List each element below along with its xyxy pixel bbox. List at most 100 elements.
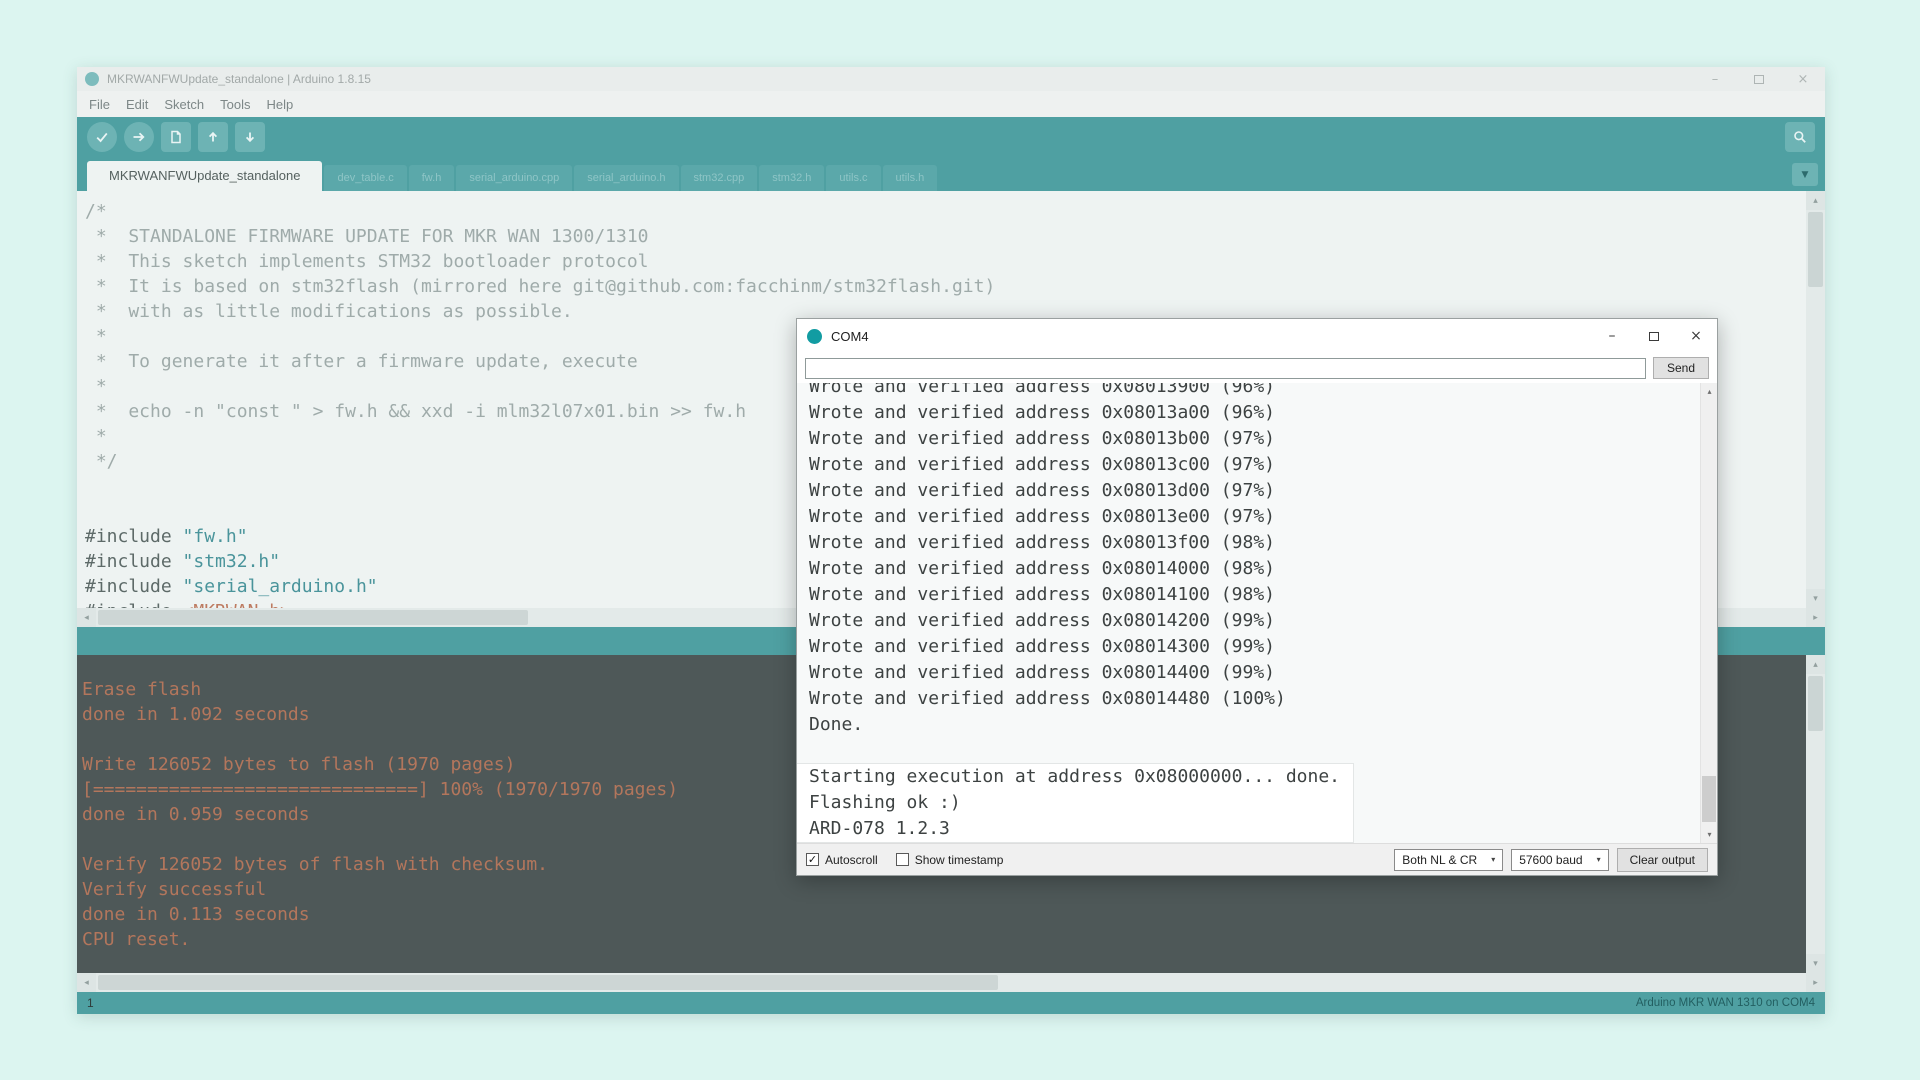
serial-output-line: ARD-078 1.2.3 <box>809 816 1353 842</box>
ide-menubar: FileEditSketchToolsHelp <box>77 91 1825 117</box>
serial-monitor-window: COM4 – × Send Wrote and verified address… <box>796 318 1718 876</box>
tab-serial_arduino.cpp[interactable]: serial_arduino.cpp <box>456 165 572 191</box>
menu-tools[interactable]: Tools <box>212 97 258 112</box>
serial-output-line: Wrote and verified address 0x08013f00 (9… <box>809 530 1717 556</box>
line-ending-dropdown[interactable]: Both NL & CR ▾ <box>1394 849 1503 871</box>
magnifier-icon <box>1792 129 1808 145</box>
menu-help[interactable]: Help <box>258 97 301 112</box>
serial-vscroll-thumb[interactable] <box>1702 776 1716 822</box>
ide-window-controls: – × <box>1693 67 1825 91</box>
scroll-down-icon[interactable]: ▾ <box>1806 954 1825 973</box>
serial-vertical-scrollbar[interactable]: ▴ ▾ <box>1700 383 1717 843</box>
serial-monitor-title: COM4 <box>831 329 869 344</box>
serial-monitor-bottom-bar: Autoscroll Show timestamp Both NL & CR ▾… <box>797 843 1717 875</box>
ide-toolbar <box>77 117 1825 157</box>
serial-output-line: Flashing ok :) <box>809 790 1353 816</box>
serial-output-line: Wrote and verified address 0x08013c00 (9… <box>809 452 1717 478</box>
serial-output-line: Wrote and verified address 0x08014000 (9… <box>809 556 1717 582</box>
console-vertical-scrollbar[interactable]: ▴ ▾ <box>1806 655 1825 973</box>
line-ending-value: Both NL & CR <box>1402 853 1477 867</box>
console-horizontal-scrollbar[interactable]: ◂ ▸ <box>77 973 1825 992</box>
menu-edit[interactable]: Edit <box>118 97 156 112</box>
menu-file[interactable]: File <box>81 97 118 112</box>
autoscroll-checkbox[interactable] <box>806 853 819 866</box>
serial-maximize-button[interactable] <box>1633 319 1675 353</box>
scroll-down-icon[interactable]: ▾ <box>1701 826 1717 843</box>
upload-button[interactable] <box>124 122 154 152</box>
save-sketch-button[interactable] <box>235 122 265 152</box>
chevron-down-icon: ▾ <box>1597 855 1601 864</box>
scroll-up-icon[interactable]: ▴ <box>1806 655 1825 674</box>
code-line: * This sketch implements STM32 bootloade… <box>85 249 1803 274</box>
serial-input-field[interactable] <box>805 358 1646 379</box>
down-arrow-icon <box>242 129 258 145</box>
open-sketch-button[interactable] <box>198 122 228 152</box>
console-line: done in 0.113 seconds <box>82 902 1803 927</box>
editor-vertical-scrollbar[interactable]: ▴ ▾ <box>1806 191 1825 608</box>
show-timestamp-checkbox[interactable] <box>896 853 909 866</box>
tab-serial_arduino.h[interactable]: serial_arduino.h <box>574 165 678 191</box>
serial-output-line: Wrote and verified address 0x08013e00 (9… <box>809 504 1717 530</box>
status-bar: 1 Arduino MKR WAN 1310 on COM4 <box>77 992 1825 1014</box>
serial-monitor-button[interactable] <box>1785 122 1815 152</box>
serial-output-line: Done. <box>809 712 1717 738</box>
ide-close-button[interactable]: × <box>1781 67 1825 91</box>
serial-input-row: Send <box>797 353 1717 383</box>
check-icon <box>94 129 110 145</box>
console-hscroll-thumb[interactable] <box>98 975 998 990</box>
tab-stm32.cpp[interactable]: stm32.cpp <box>681 165 758 191</box>
editor-hscroll-thumb[interactable] <box>98 610 528 625</box>
tab-MKRWANFWUpdate_standalone[interactable]: MKRWANFWUpdate_standalone <box>87 161 322 191</box>
serial-close-button[interactable]: × <box>1675 319 1717 353</box>
serial-output[interactable]: Wrote and verified address 0x08013900 (9… <box>797 383 1717 843</box>
autoscroll-option[interactable]: Autoscroll <box>806 853 878 867</box>
verify-button[interactable] <box>87 122 117 152</box>
scroll-down-icon[interactable]: ▾ <box>1806 589 1825 608</box>
ide-window-title: MKRWANFWUpdate_standalone | Arduino 1.8.… <box>107 72 371 86</box>
right-arrow-icon <box>131 129 147 145</box>
scroll-left-icon[interactable]: ◂ <box>77 973 96 992</box>
serial-output-line <box>809 738 1717 764</box>
baud-rate-dropdown[interactable]: 57600 baud ▾ <box>1511 849 1608 871</box>
scroll-up-icon[interactable]: ▴ <box>1806 191 1825 210</box>
console-line: Verify successful <box>82 877 1803 902</box>
status-line-number: 1 <box>87 996 94 1010</box>
chevron-down-icon: ▼ <box>1802 170 1809 180</box>
scroll-left-icon[interactable]: ◂ <box>77 608 96 627</box>
scroll-up-icon[interactable]: ▴ <box>1701 383 1717 400</box>
tab-list: MKRWANFWUpdate_standalonedev_table.cfw.h… <box>87 161 939 191</box>
ide-maximize-button[interactable] <box>1737 67 1781 91</box>
serial-output-line: Wrote and verified address 0x08013b00 (9… <box>809 426 1717 452</box>
serial-monitor-window-controls: – × <box>1591 319 1717 353</box>
clear-output-button[interactable]: Clear output <box>1617 848 1708 872</box>
new-document-icon <box>168 129 184 145</box>
code-line: * STANDALONE FIRMWARE UPDATE FOR MKR WAN… <box>85 224 1803 249</box>
serial-output-line: Wrote and verified address 0x08014400 (9… <box>809 660 1717 686</box>
send-button[interactable]: Send <box>1653 357 1709 379</box>
console-vscroll-thumb[interactable] <box>1808 676 1823 731</box>
maximize-icon <box>1649 332 1659 341</box>
code-line: * It is based on stm32flash (mirrored he… <box>85 274 1803 299</box>
tab-utils.h[interactable]: utils.h <box>883 165 938 191</box>
scroll-right-icon[interactable]: ▸ <box>1806 973 1825 992</box>
menu-sketch[interactable]: Sketch <box>156 97 212 112</box>
tab-dev_table.c[interactable]: dev_table.c <box>324 165 406 191</box>
ide-minimize-button[interactable]: – <box>1693 67 1737 91</box>
serial-minimize-button[interactable]: – <box>1591 319 1633 353</box>
scroll-right-icon[interactable]: ▸ <box>1806 608 1825 627</box>
tab-fw.h[interactable]: fw.h <box>409 165 455 191</box>
autoscroll-label: Autoscroll <box>825 853 878 867</box>
tab-utils.c[interactable]: utils.c <box>826 165 880 191</box>
serial-output-line: Wrote and verified address 0x08014300 (9… <box>809 634 1717 660</box>
tab-stm32.h[interactable]: stm32.h <box>759 165 824 191</box>
show-timestamp-option[interactable]: Show timestamp <box>896 853 1004 867</box>
up-arrow-icon <box>205 129 221 145</box>
serial-output-line: Wrote and verified address 0x08014480 (1… <box>809 686 1717 712</box>
serial-output-line: Wrote and verified address 0x08014100 (9… <box>809 582 1717 608</box>
tab-list-dropdown-button[interactable]: ▼ <box>1792 163 1818 186</box>
editor-vscroll-thumb[interactable] <box>1808 212 1823 287</box>
serial-monitor-titlebar[interactable]: COM4 – × <box>797 319 1717 353</box>
ide-titlebar[interactable]: MKRWANFWUpdate_standalone | Arduino 1.8.… <box>77 67 1825 91</box>
new-sketch-button[interactable] <box>161 122 191 152</box>
maximize-icon <box>1754 75 1764 84</box>
